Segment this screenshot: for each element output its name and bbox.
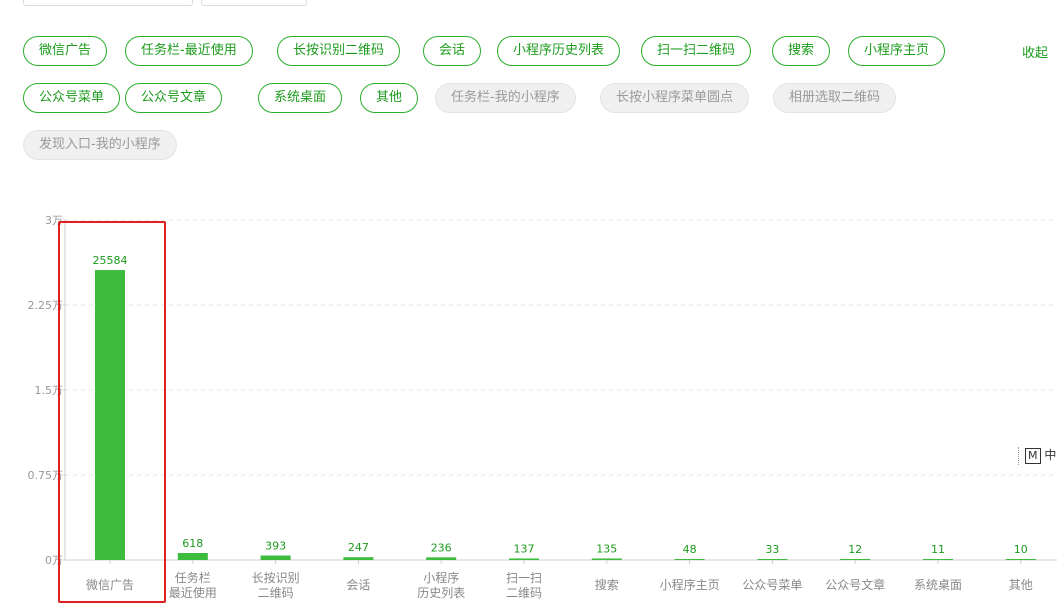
- bar[interactable]: [923, 559, 953, 560]
- x-tick-label: 任务栏最近使用: [169, 570, 217, 600]
- filter-pill-active[interactable]: 搜索: [772, 36, 831, 66]
- filter-pill-inactive[interactable]: 发现入口-我的小程序: [23, 130, 177, 160]
- data-label: 393: [265, 540, 286, 553]
- data-label: 247: [348, 541, 369, 554]
- data-label: 10: [1014, 543, 1028, 556]
- bar[interactable]: [260, 555, 291, 560]
- x-tick-label: 搜索: [595, 577, 619, 592]
- filter-pill-inactive[interactable]: 长按小程序菜单圆点: [600, 83, 750, 113]
- filter-pill-inactive[interactable]: 任务栏-我的小程序: [435, 83, 576, 113]
- filter-pill-active[interactable]: 小程序主页: [848, 36, 946, 66]
- x-tick-label: 公众号菜单: [742, 578, 802, 592]
- x-tick-label: 系统桌面: [914, 578, 962, 592]
- filter-pill-active[interactable]: 扫一扫二维码: [641, 36, 752, 66]
- filter-pill-active[interactable]: 系统桌面: [258, 83, 343, 113]
- data-label: 11: [931, 543, 945, 556]
- data-label: 137: [514, 542, 535, 555]
- x-tick-label: 扫一扫二维码: [506, 571, 542, 600]
- bar[interactable]: [343, 557, 374, 560]
- bar[interactable]: [1005, 559, 1036, 560]
- bar[interactable]: [591, 558, 622, 560]
- toolbar-divider: [1018, 446, 1019, 465]
- x-tick-label: 公众号文章: [825, 577, 885, 592]
- x-tick-label: 长按识别二维码: [252, 571, 300, 600]
- filter-pill-active[interactable]: 会话: [423, 36, 482, 66]
- data-label: 12: [848, 543, 862, 556]
- filter-pill-active[interactable]: 小程序历史列表: [497, 36, 621, 66]
- highlight-box: [58, 221, 166, 603]
- x-tick-label: 会话: [346, 578, 370, 592]
- filter-pill-active[interactable]: 公众号文章: [125, 83, 223, 113]
- chart-toolbar: M 中: [1018, 446, 1056, 466]
- x-tick-label: 小程序主页: [660, 577, 720, 592]
- date-input-end[interactable]: [201, 0, 307, 6]
- bar[interactable]: [757, 559, 788, 560]
- data-label: 236: [431, 541, 452, 554]
- filter-pill-active[interactable]: 长按识别二维码: [277, 36, 401, 66]
- filter-pill-active[interactable]: 任务栏-最近使用: [125, 36, 253, 66]
- x-tick-label: 小程序历史列表: [417, 570, 465, 600]
- data-label: 48: [683, 543, 697, 556]
- bar[interactable]: [177, 552, 208, 560]
- chinese-label: 中: [1044, 448, 1057, 462]
- bar[interactable]: [840, 559, 871, 560]
- filter-pill-active[interactable]: 公众号菜单: [23, 83, 121, 113]
- data-label: 33: [765, 543, 779, 556]
- bar[interactable]: [674, 559, 705, 560]
- collapse-toggle[interactable]: 收起: [1022, 42, 1048, 61]
- bar[interactable]: [509, 558, 539, 560]
- filter-pill-active[interactable]: 微信广告: [23, 36, 108, 66]
- m-icon[interactable]: M: [1025, 447, 1041, 464]
- date-input-start[interactable]: [23, 0, 193, 6]
- data-label: 135: [596, 542, 617, 555]
- data-label: 618: [182, 537, 203, 550]
- filter-pill-inactive[interactable]: 相册选取二维码: [773, 83, 897, 113]
- filter-pill-active[interactable]: 其他: [360, 83, 419, 113]
- bar[interactable]: [426, 557, 457, 560]
- x-tick-label: 其他: [1009, 578, 1033, 592]
